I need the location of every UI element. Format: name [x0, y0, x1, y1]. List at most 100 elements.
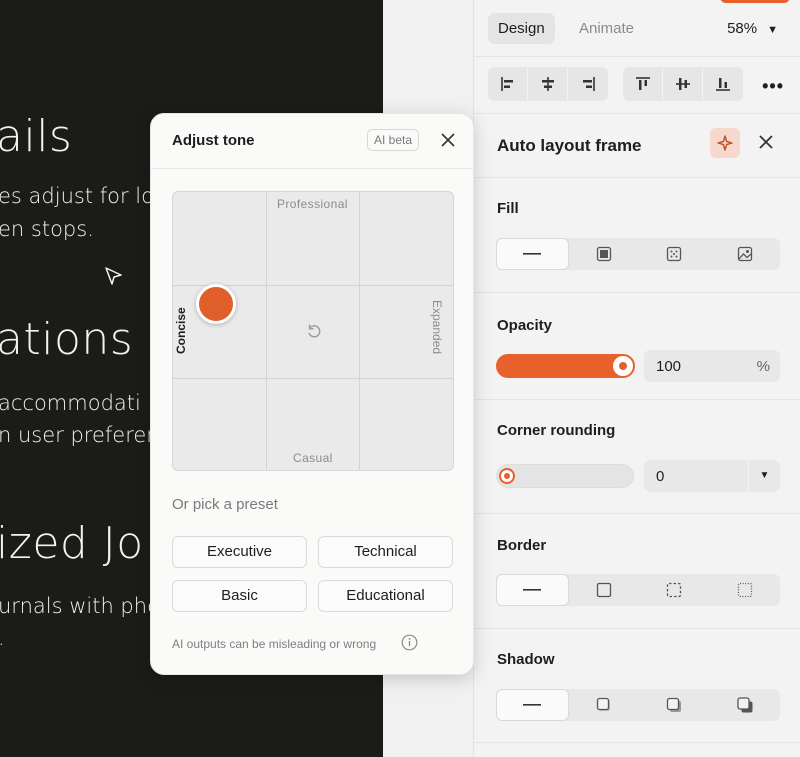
shadow-label: Shadow [497, 651, 555, 668]
shadow-large-button[interactable] [710, 689, 781, 721]
opacity-slider-handle[interactable] [611, 354, 635, 378]
close-icon [441, 133, 455, 147]
canvas-text-1a: es adjust for lo [0, 184, 154, 208]
preset-basic-button[interactable]: Basic [172, 580, 307, 612]
mouse-cursor-icon [105, 267, 122, 285]
shadow-small-button[interactable] [569, 689, 640, 721]
axis-label-bottom: Casual [293, 451, 333, 465]
canvas-heading-2: ations [0, 314, 134, 365]
canvas-text-1b: en stops. [0, 217, 94, 241]
corner-slider-handle[interactable] [499, 468, 515, 484]
close-frame-button[interactable] [758, 134, 774, 155]
panel-header: Design Animate 58% ▼ [474, 0, 800, 57]
align-right-button[interactable] [568, 67, 608, 101]
chevron-down-icon[interactable]: ▼ [748, 460, 780, 492]
grid-divider [359, 192, 360, 470]
grid-divider [266, 192, 267, 470]
vertical-align-group [623, 67, 743, 101]
align-center-icon [541, 77, 554, 91]
shadow-section: Shadow [474, 629, 800, 743]
align-bottom-button[interactable] [703, 67, 743, 101]
align-top-icon [635, 77, 650, 90]
border-label: Border [497, 537, 547, 554]
tab-animate[interactable]: Animate [569, 13, 644, 44]
align-middle-icon [675, 78, 690, 90]
opacity-slider[interactable] [496, 354, 635, 378]
popover-header: Adjust tone AI beta [151, 114, 473, 169]
align-left-icon [500, 77, 513, 91]
opacity-label: Opacity [497, 317, 553, 334]
image-fill-icon [737, 246, 752, 262]
opacity-section: Opacity 100 % [474, 293, 800, 400]
shadow-small-icon [596, 697, 610, 711]
preset-executive-button[interactable]: Executive [172, 536, 307, 568]
fill-section: Fill [474, 178, 800, 293]
fill-image-button[interactable] [710, 238, 781, 270]
canvas-text-2a: accommodati [0, 391, 141, 415]
more-options-icon[interactable]: ••• [762, 76, 784, 97]
dash-icon [523, 589, 542, 591]
align-center-h-button[interactable] [528, 67, 568, 101]
grid-divider [173, 378, 453, 379]
handle-dot [619, 362, 627, 370]
canvas-heading-1: ails [0, 111, 73, 162]
corner-slider[interactable] [496, 464, 634, 488]
dotted-square-icon [737, 582, 752, 598]
tone-grid[interactable]: Professional Casual Concise Expanded [172, 191, 454, 471]
dashed-square-icon [667, 582, 682, 598]
fill-label: Fill [497, 200, 519, 217]
zoom-value: 58% [727, 20, 758, 37]
axis-label-right: Expanded [430, 300, 444, 355]
ai-assist-button[interactable] [710, 128, 740, 158]
horizontal-align-group [488, 67, 608, 101]
border-dashed-button[interactable] [639, 574, 710, 606]
shadow-type-selector [496, 689, 780, 721]
corner-label: Corner rounding [497, 422, 616, 439]
canvas-heading-3: ized Jo [0, 518, 144, 569]
preset-label: Or pick a preset [172, 496, 278, 513]
zoom-dropdown[interactable]: 58% ▼ [727, 20, 778, 37]
info-icon[interactable] [401, 634, 418, 651]
corner-input[interactable]: 0 ▼ [644, 460, 780, 492]
canvas-text-2b: n user preferen [0, 423, 160, 447]
reset-icon[interactable] [305, 322, 323, 340]
tab-design[interactable]: Design [488, 13, 555, 44]
texture-fill-icon [667, 246, 682, 262]
preset-educational-button[interactable]: Educational [318, 580, 453, 612]
align-top-button[interactable] [623, 67, 663, 101]
align-right-icon [583, 77, 595, 91]
preset-technical-button[interactable]: Technical [318, 536, 453, 568]
shadow-medium-button[interactable] [639, 689, 710, 721]
axis-label-left: Concise [174, 307, 188, 354]
border-dotted-button[interactable] [710, 574, 781, 606]
border-none-button[interactable] [496, 574, 569, 606]
opacity-value: 100 [656, 358, 682, 375]
fill-none-button[interactable] [496, 238, 569, 270]
fill-solid-button[interactable] [569, 238, 640, 270]
tone-selector-handle[interactable] [196, 284, 236, 324]
sparkle-icon [717, 135, 733, 151]
fill-texture-button[interactable] [639, 238, 710, 270]
close-popover-button[interactable] [440, 132, 456, 153]
shadow-large-icon [737, 697, 753, 713]
align-middle-button[interactable] [663, 67, 703, 101]
dash-icon [523, 704, 542, 706]
ai-disclaimer: AI outputs can be misleading or wrong [172, 637, 377, 651]
popover-title: Adjust tone [172, 132, 255, 149]
solid-fill-icon [596, 246, 611, 262]
shadow-none-button[interactable] [496, 689, 569, 721]
align-left-button[interactable] [488, 67, 528, 101]
opacity-input[interactable]: 100 % [644, 350, 780, 382]
corner-value: 0 [656, 468, 665, 485]
opacity-unit: % [756, 358, 770, 375]
align-bottom-icon [716, 78, 730, 91]
border-section: Border [474, 514, 800, 629]
dash-icon [523, 253, 542, 255]
border-solid-button[interactable] [569, 574, 640, 606]
border-type-selector [496, 574, 780, 606]
canvas-text-3b: . [0, 626, 5, 650]
frame-header: Auto layout frame [474, 114, 800, 178]
square-outline-icon [596, 582, 611, 598]
frame-title: Auto layout frame [497, 136, 642, 155]
canvas-text-3a: urnals with pho [0, 594, 160, 618]
